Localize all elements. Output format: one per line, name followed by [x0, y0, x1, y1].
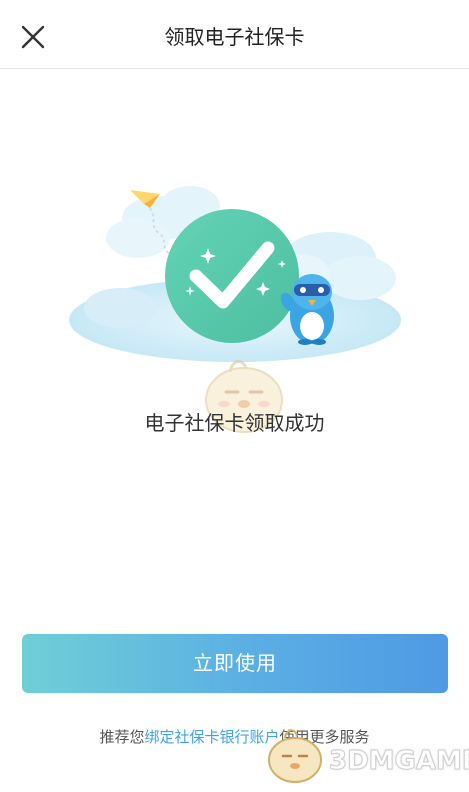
header-bar: 领取电子社保卡	[0, 0, 469, 69]
watermark-logo: 3DMGAME	[259, 722, 469, 788]
success-message: 电子社保卡领取成功	[144, 411, 325, 435]
success-check-illustration	[69, 186, 401, 362]
page-title: 领取电子社保卡	[164, 25, 305, 49]
watermark-text: 3DMGAME	[329, 746, 469, 777]
page: 领取电子社保卡 电子社保卡领取成功 立即使用 推荐您绑定社保卡银行账户使用更多服…	[0, 0, 469, 792]
use-now-button[interactable]: 立即使用	[22, 634, 448, 693]
footer-prefix: 推荐您	[99, 728, 145, 746]
logo-bird-icon	[268, 729, 322, 783]
